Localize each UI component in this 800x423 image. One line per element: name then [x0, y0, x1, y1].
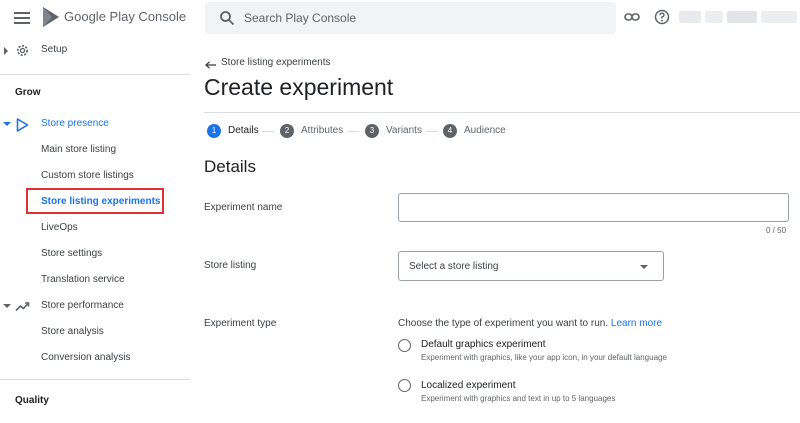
select-value: Select a store listing	[409, 261, 499, 272]
step-number: 1	[207, 124, 221, 138]
sidebar-item-label: Setup	[41, 44, 68, 55]
search-icon	[220, 11, 235, 26]
step-number: 3	[365, 124, 379, 138]
sidebar-divider	[0, 74, 190, 75]
arrow-back-icon[interactable]	[205, 61, 217, 69]
sidebar-divider	[0, 379, 190, 380]
experiment-name-field[interactable]	[398, 193, 789, 222]
play-console-logo-icon	[43, 7, 59, 27]
search-bar[interactable]: Search Play Console	[205, 2, 616, 34]
app-title[interactable]: Google Play Console	[64, 9, 186, 24]
radio-localized[interactable]	[398, 379, 411, 392]
sidebar-item-store-analysis[interactable]: Store analysis	[0, 320, 190, 346]
sidebar-item-store-settings[interactable]: Store settings	[0, 242, 190, 268]
sidebar-item-conversion-analysis[interactable]: Conversion analysis	[0, 346, 190, 372]
trending-up-icon	[15, 302, 30, 312]
sidebar-section-quality: Quality	[0, 389, 190, 415]
sidebar-item-label: Custom store listings	[41, 170, 134, 181]
sidebar-item-store-performance[interactable]: Store performance	[0, 294, 190, 320]
search-input[interactable]: Search Play Console	[244, 11, 356, 25]
dropdown-arrow-icon	[640, 265, 648, 269]
experiment-type-label: Experiment type	[204, 318, 277, 329]
menu-icon[interactable]	[14, 10, 30, 24]
help-icon[interactable]	[654, 9, 670, 25]
sidebar-item-translation-service[interactable]: Translation service	[0, 268, 190, 294]
title-divider	[204, 112, 800, 113]
sidebar-item-main-store-listing[interactable]: Main store listing	[0, 138, 190, 164]
sidebar-item-label: LiveOps	[41, 222, 78, 233]
sidebar-item-label: Main store listing	[41, 144, 117, 155]
account-avatar[interactable]	[679, 3, 800, 31]
step-connector	[347, 131, 359, 132]
sidebar-item-label: Store performance	[41, 300, 124, 311]
page-title: Create experiment	[204, 74, 394, 100]
step-label-details[interactable]: Details	[228, 125, 259, 136]
sidebar-item-store-presence[interactable]: Store presence	[0, 112, 190, 138]
gear-icon	[16, 44, 29, 57]
sidebar-item-label: Store analysis	[41, 326, 104, 337]
option-title[interactable]: Default graphics experiment	[421, 339, 546, 350]
chevron-down-icon	[3, 122, 11, 126]
option-description: Experiment with graphics and text in up …	[421, 394, 616, 403]
sidebar-item-setup[interactable]: Setup	[0, 38, 190, 64]
sidebar-item-label: Conversion analysis	[41, 352, 131, 363]
character-counter: 0 / 50	[766, 226, 787, 235]
store-listing-select[interactable]: Select a store listing	[398, 251, 664, 281]
play-store-icon	[16, 118, 29, 132]
experiment-type-intro: Choose the type of experiment you want t…	[398, 318, 662, 329]
option-title[interactable]: Localized experiment	[421, 380, 516, 391]
breadcrumb[interactable]: Store listing experiments	[221, 57, 331, 68]
link-icon[interactable]	[624, 10, 640, 24]
sidebar-item-label: Store settings	[41, 248, 103, 259]
sidebar-item-custom-store-listings[interactable]: Custom store listings	[0, 164, 190, 190]
learn-more-link[interactable]: Learn more	[611, 318, 662, 329]
option-description: Experiment with graphics, like your app …	[421, 353, 667, 362]
store-listing-label: Store listing	[204, 260, 257, 271]
step-connector	[262, 131, 274, 132]
highlight-annotation-box	[26, 188, 164, 214]
step-number: 2	[280, 124, 294, 138]
step-label-audience[interactable]: Audience	[464, 125, 506, 136]
experiment-name-label: Experiment name	[204, 202, 283, 213]
intro-text: Choose the type of experiment you want t…	[398, 318, 609, 329]
radio-default-graphics[interactable]	[398, 339, 411, 352]
chevron-down-icon	[3, 304, 11, 308]
sidebar-section-label: Grow	[15, 87, 41, 98]
sidebar-item-liveops[interactable]: LiveOps	[0, 216, 190, 242]
step-label-attributes[interactable]: Attributes	[301, 125, 343, 136]
sidebar-item-label: Translation service	[41, 274, 125, 285]
chevron-right-icon	[4, 47, 8, 55]
step-number: 4	[443, 124, 457, 138]
sidebar-item-label: Store presence	[41, 118, 109, 129]
step-label-variants[interactable]: Variants	[386, 125, 422, 136]
sidebar-section-grow: Grow	[0, 81, 190, 107]
section-title: Details	[204, 157, 256, 176]
sidebar-section-label: Quality	[15, 395, 49, 406]
step-connector	[426, 131, 438, 132]
